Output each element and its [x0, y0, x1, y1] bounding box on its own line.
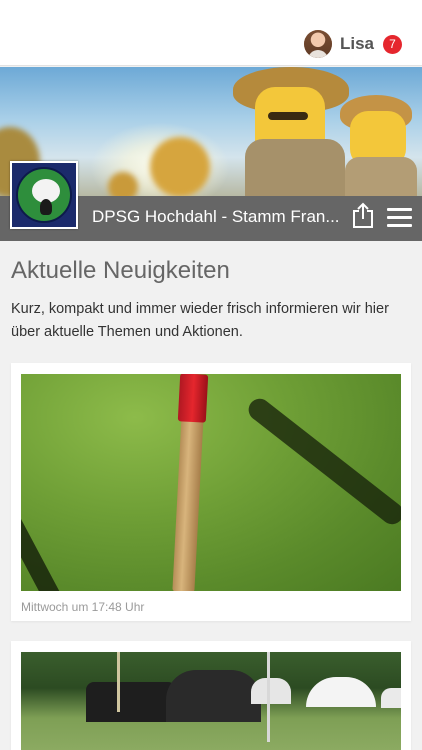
user-menu[interactable]: Lisa 7 [303, 30, 402, 58]
avatar[interactable] [303, 30, 332, 58]
site-title[interactable]: DPSG Hochdahl - Stamm Fran... [92, 207, 344, 227]
site-logo[interactable] [10, 161, 78, 229]
hamburger-menu-icon[interactable] [387, 208, 412, 228]
notification-badge[interactable]: 7 [383, 34, 402, 54]
news-date: Mittwoch um 17:48 Uhr [21, 600, 145, 614]
news-image[interactable] [21, 652, 401, 750]
news-card[interactable] [11, 641, 411, 750]
page-intro: Kurz, kompakt und immer wieder frisch in… [11, 301, 389, 340]
share-icon[interactable] [352, 202, 374, 229]
news-image[interactable] [21, 374, 401, 591]
page-title: Aktuelle Neuigkeiten [11, 257, 230, 284]
news-card[interactable]: Mittwoch um 17:48 Uhr [11, 363, 411, 621]
top-bar: Lisa 7 [0, 0, 422, 66]
user-name[interactable]: Lisa [340, 34, 374, 54]
